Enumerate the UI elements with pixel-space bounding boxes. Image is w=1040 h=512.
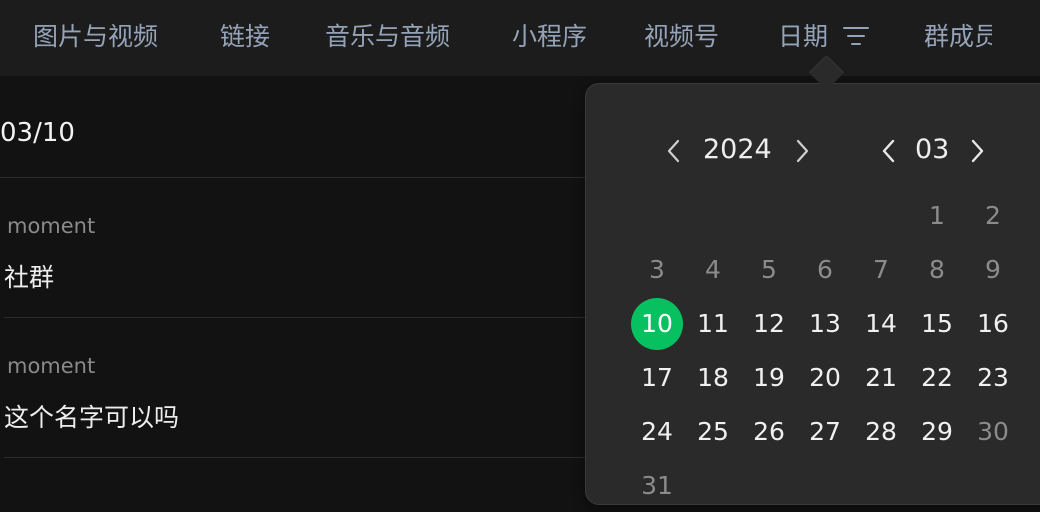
calendar-day[interactable]: 29 bbox=[911, 406, 963, 458]
filter-tab-bar: 图片与视频 链接 音乐与音频 小程序 视频号 日期 群成员 bbox=[0, 0, 1040, 76]
year-label: 2024 bbox=[703, 134, 772, 165]
calendar-day-selected[interactable]: 10 bbox=[631, 298, 683, 350]
calendar-day[interactable]: 26 bbox=[743, 406, 795, 458]
calendar-day[interactable]: 12 bbox=[743, 298, 795, 350]
calendar-day[interactable]: 1 bbox=[911, 190, 963, 242]
message-source: moment bbox=[7, 214, 96, 238]
tab-channels[interactable]: 视频号 bbox=[644, 19, 719, 55]
calendar-day[interactable]: 17 bbox=[631, 352, 683, 404]
calendar-day[interactable]: 25 bbox=[687, 406, 739, 458]
calendar-day[interactable]: 30 bbox=[967, 406, 1019, 458]
calendar-day[interactable]: 9 bbox=[967, 244, 1019, 296]
calendar-day[interactable]: 3 bbox=[631, 244, 683, 296]
tab-music-audio[interactable]: 音乐与音频 bbox=[325, 19, 450, 55]
calendar-day[interactable]: 11 bbox=[687, 298, 739, 350]
next-month-icon[interactable] bbox=[967, 138, 987, 164]
calendar-day[interactable]: 23 bbox=[967, 352, 1019, 404]
calendar-day[interactable]: 24 bbox=[631, 406, 683, 458]
calendar-day[interactable]: 31 bbox=[631, 460, 683, 512]
filter-icon[interactable] bbox=[843, 26, 869, 46]
prev-month-icon[interactable] bbox=[879, 138, 899, 164]
calendar-day[interactable]: 7 bbox=[855, 244, 907, 296]
date-section-header: 03/10 bbox=[0, 118, 75, 148]
message-text: 这个名字可以吗 bbox=[4, 403, 180, 432]
tab-images-videos[interactable]: 图片与视频 bbox=[33, 19, 158, 55]
calendar-day[interactable]: 22 bbox=[911, 352, 963, 404]
calendar-day[interactable]: 16 bbox=[967, 298, 1019, 350]
calendar-day[interactable]: 4 bbox=[687, 244, 739, 296]
calendar-day[interactable]: 19 bbox=[743, 352, 795, 404]
calendar-day[interactable]: 5 bbox=[743, 244, 795, 296]
next-year-icon[interactable] bbox=[792, 138, 812, 164]
month-label: 03 bbox=[915, 134, 950, 165]
calendar-day[interactable]: 20 bbox=[799, 352, 851, 404]
message-text: 社群 bbox=[4, 263, 55, 292]
calendar-day[interactable]: 21 bbox=[855, 352, 907, 404]
calendar-day[interactable]: 28 bbox=[855, 406, 907, 458]
calendar-day[interactable]: 15 bbox=[911, 298, 963, 350]
calendar-day[interactable]: 8 bbox=[911, 244, 963, 296]
calendar-day[interactable]: 13 bbox=[799, 298, 851, 350]
calendar-day[interactable]: 27 bbox=[799, 406, 851, 458]
tab-group-members[interactable]: 群成员 bbox=[924, 19, 992, 55]
tab-mini-programs[interactable]: 小程序 bbox=[512, 19, 587, 55]
calendar-day[interactable]: 18 bbox=[687, 352, 739, 404]
calendar-day[interactable]: 2 bbox=[967, 190, 1019, 242]
calendar-day[interactable]: 14 bbox=[855, 298, 907, 350]
prev-year-icon[interactable] bbox=[664, 138, 684, 164]
tab-links[interactable]: 链接 bbox=[220, 19, 270, 55]
calendar-day[interactable]: 6 bbox=[799, 244, 851, 296]
tab-date[interactable]: 日期 bbox=[778, 19, 828, 55]
message-source: moment bbox=[7, 354, 96, 378]
